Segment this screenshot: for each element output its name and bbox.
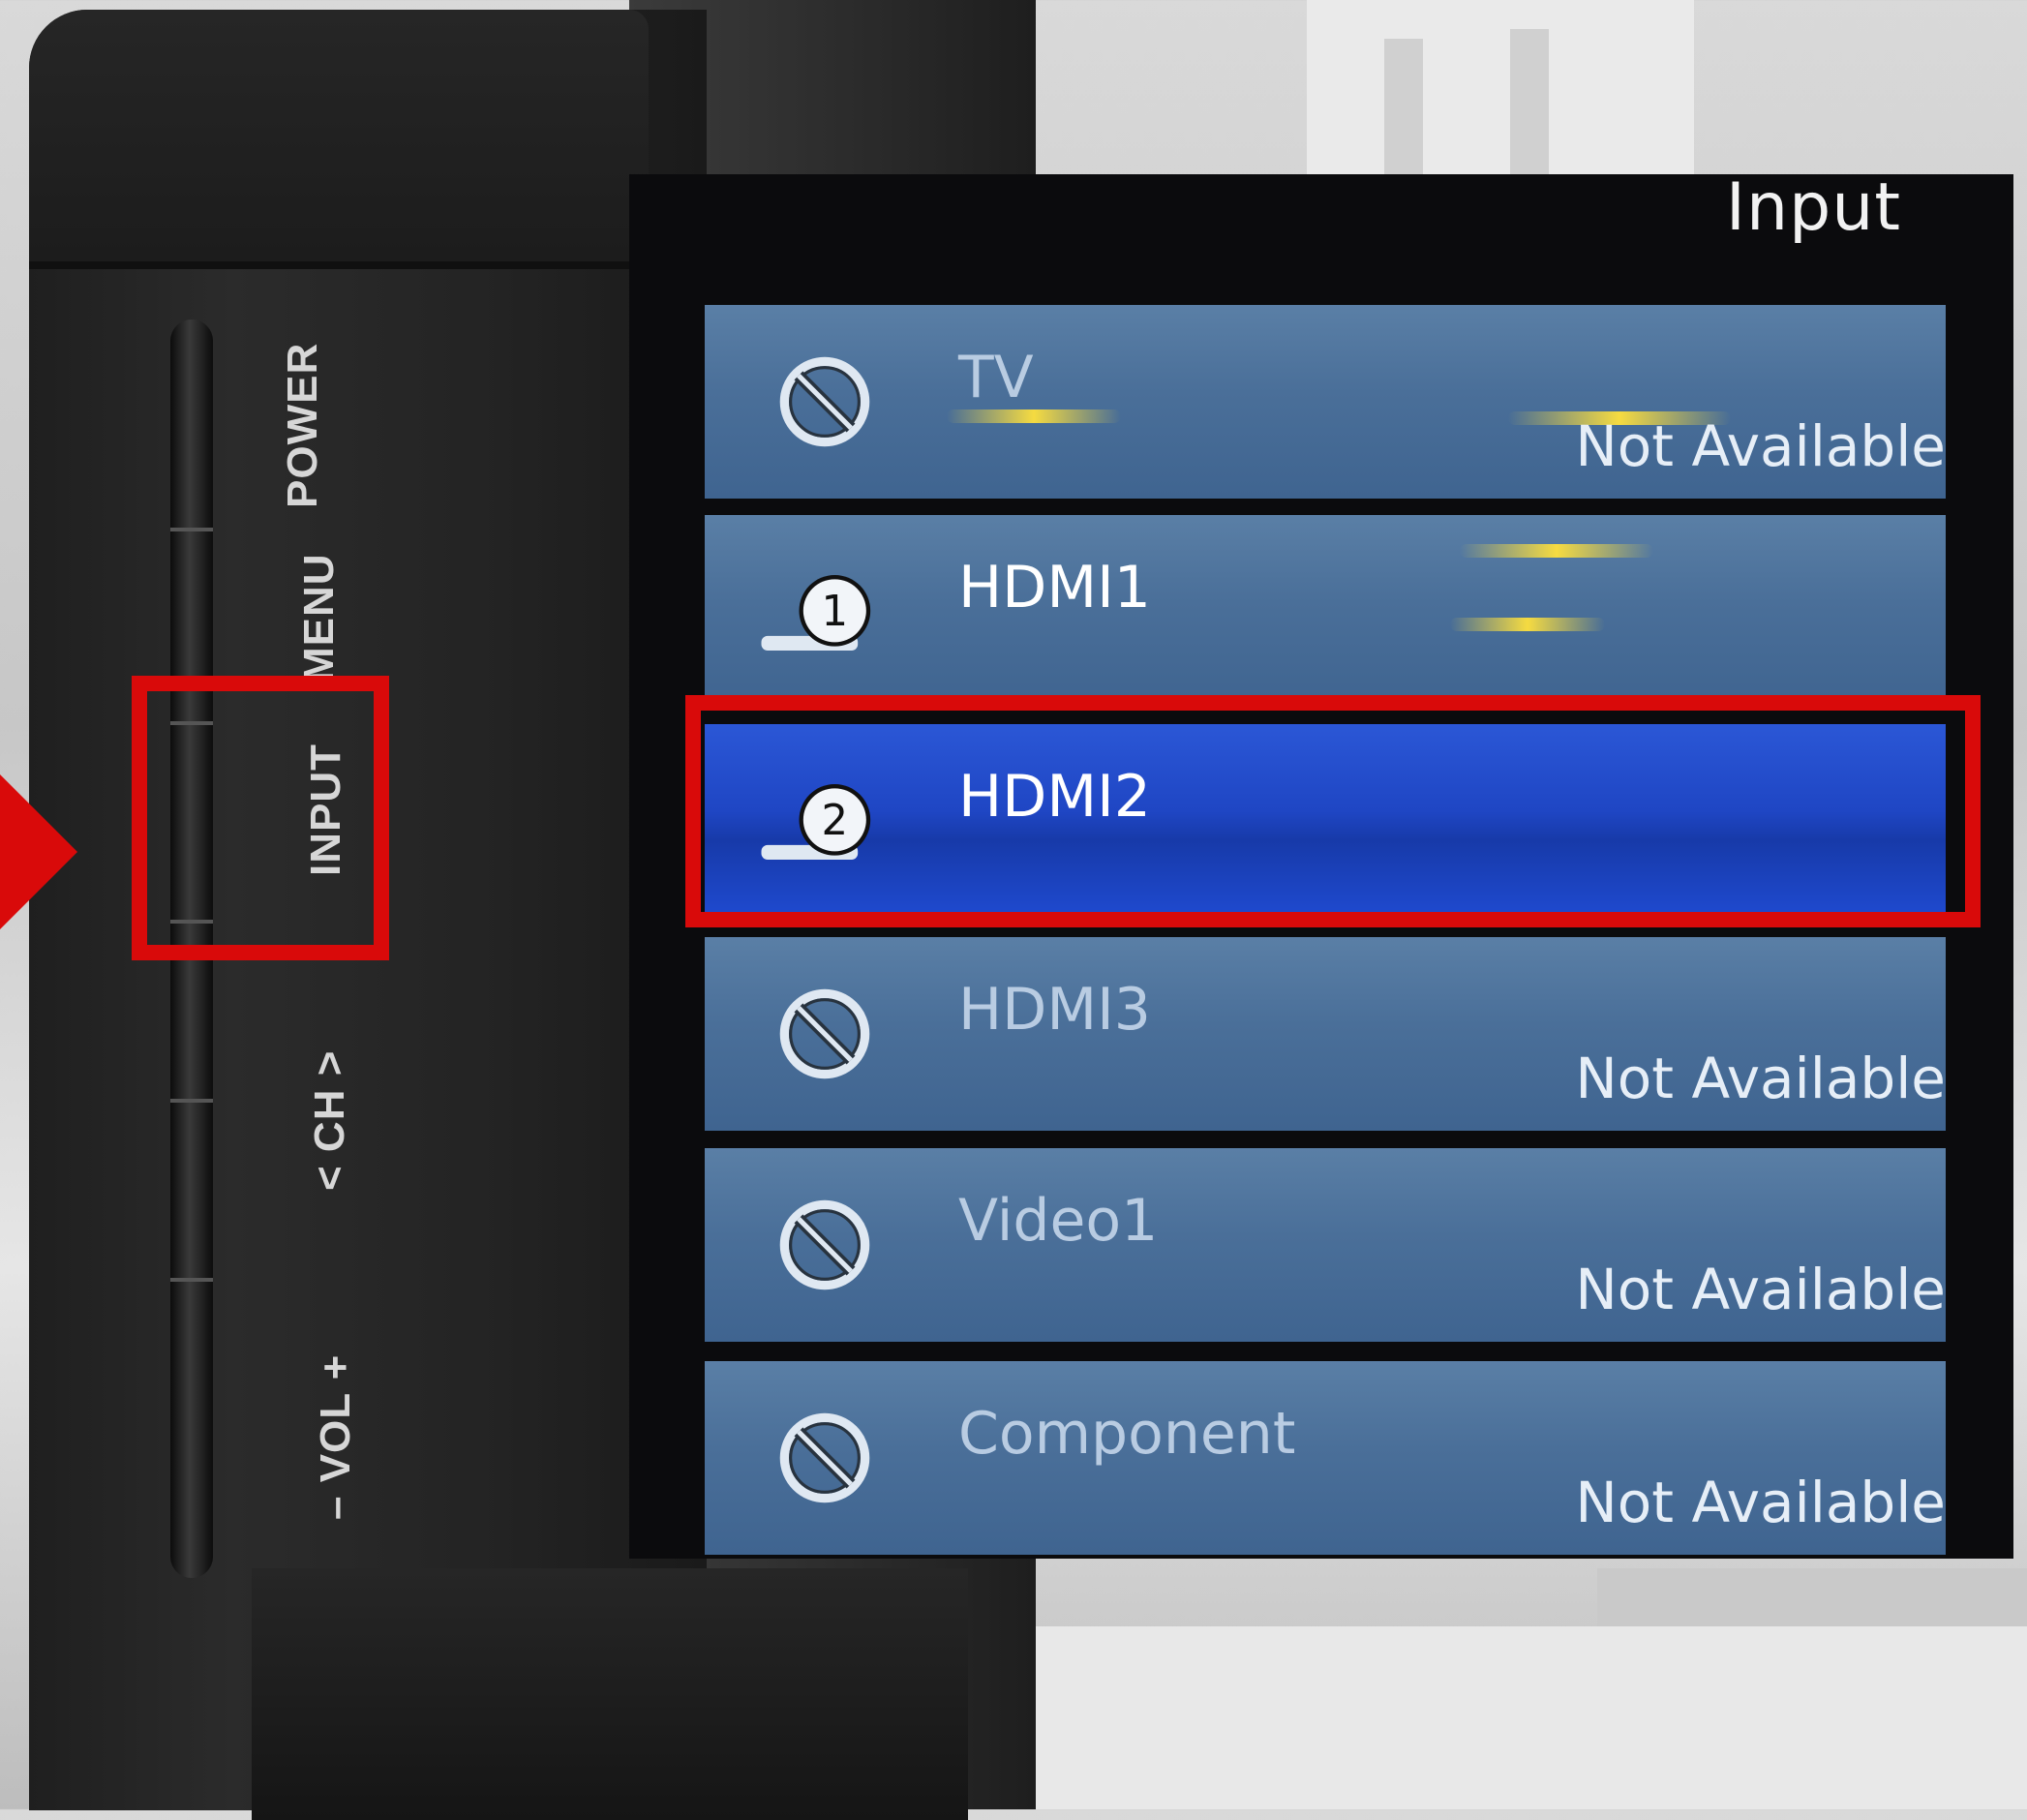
no-entry-icon [779, 1199, 870, 1290]
menu-title: Input [1725, 169, 1901, 246]
pointer-arrow [0, 774, 77, 929]
menu-button[interactable]: MENU [295, 553, 344, 682]
input-item-component[interactable]: Component Not Available [705, 1361, 1946, 1555]
volume-button[interactable]: – VOL + [312, 1354, 360, 1520]
input-item-label: Component [958, 1400, 1296, 1468]
input-item-label: Video1 [958, 1187, 1159, 1255]
screen-glare [947, 410, 1121, 423]
screen-glare [1450, 618, 1605, 631]
channel-button[interactable]: < CH > [306, 1050, 354, 1191]
no-entry-icon [779, 1412, 870, 1503]
no-entry-icon [779, 356, 870, 447]
tv-side-top [29, 10, 649, 269]
input-item-status: Not Available [1575, 1257, 1946, 1322]
input-item-status: Not Available [1575, 1046, 1946, 1111]
input-item-label: HDMI1 [958, 554, 1151, 622]
input-item-label: HDMI3 [958, 976, 1151, 1044]
input-item-hdmi3[interactable]: HDMI3 Not Available [705, 937, 1946, 1131]
input-item-status: Not Available [1575, 413, 1946, 479]
input-item-tv[interactable]: TV Not Available [705, 305, 1946, 499]
input-item-status: Not Available [1575, 1470, 1946, 1535]
power-button[interactable]: POWER [279, 343, 327, 508]
hdmi-number: 1 [822, 588, 849, 636]
no-entry-icon [779, 988, 870, 1079]
hdmi-1-icon: 1 [761, 575, 871, 651]
input-item-video1[interactable]: Video1 Not Available [705, 1148, 1946, 1342]
button-divider [170, 1099, 213, 1103]
input-item-label: TV [958, 344, 1034, 411]
input-item-hdmi1[interactable]: 1 HDMI1 [705, 515, 1946, 709]
tv-stand [252, 1568, 968, 1820]
screen-glare [1460, 544, 1653, 558]
input-button-highlight [132, 676, 389, 960]
button-divider [170, 1278, 213, 1282]
button-divider [170, 528, 213, 531]
hdmi2-highlight [685, 695, 1981, 927]
